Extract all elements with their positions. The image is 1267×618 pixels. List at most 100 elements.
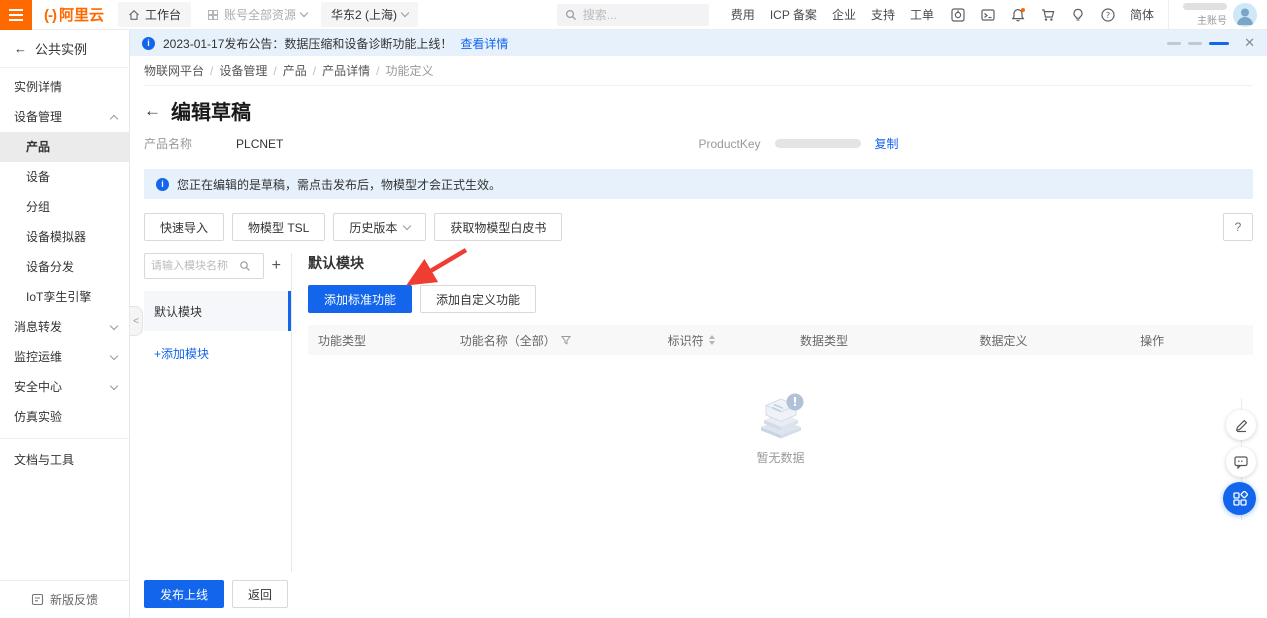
whitepaper-button[interactable]: 获取物模型白皮书 bbox=[434, 213, 562, 241]
console-apps-icon[interactable] bbox=[950, 7, 966, 23]
sidebar-divider bbox=[0, 438, 129, 439]
breadcrumb-item[interactable]: 设备管理 bbox=[219, 62, 267, 79]
sidebar-item-label: 设备分发 bbox=[26, 260, 74, 274]
account-menu[interactable]: 主账号 bbox=[1168, 0, 1267, 30]
module-search[interactable] bbox=[144, 253, 264, 279]
announcement-icon: i bbox=[142, 37, 155, 50]
product-name-value: PLCNET bbox=[236, 137, 283, 151]
help-icon[interactable]: ? bbox=[1100, 7, 1116, 23]
sort-icon[interactable] bbox=[709, 335, 715, 345]
billing-link[interactable]: 费用 bbox=[731, 6, 755, 23]
sidebar-item-distribution[interactable]: 设备分发 bbox=[0, 252, 129, 282]
sidebar-item-monitor[interactable]: 监控运维 bbox=[0, 342, 129, 372]
breadcrumb-item[interactable]: 物联网平台 bbox=[144, 62, 204, 79]
sidebar-item-label: 设备 bbox=[26, 170, 50, 184]
feature-table: 功能类型 功能名称（全部） 标识符 数据类型 数据定 bbox=[308, 325, 1253, 567]
filter-funnel-icon[interactable] bbox=[561, 335, 571, 345]
button-label: 添加自定义功能 bbox=[436, 291, 520, 308]
edit-feedback-fab[interactable] bbox=[1226, 410, 1256, 440]
sidebar-item-device-mgmt[interactable]: 设备管理 bbox=[0, 102, 129, 132]
lightbulb-icon[interactable] bbox=[1070, 7, 1086, 23]
workbench-button[interactable]: 工作台 bbox=[118, 2, 191, 27]
resource-grid-icon bbox=[207, 9, 219, 21]
add-standard-feature-button[interactable]: 添加标准功能 bbox=[308, 285, 412, 313]
sidebar-back-instances[interactable]: ← 公共实例 bbox=[0, 30, 129, 68]
return-button[interactable]: 返回 bbox=[232, 580, 288, 608]
quick-apps-fab[interactable] bbox=[1223, 482, 1256, 515]
region-selector[interactable]: 华东2 (上海) bbox=[321, 2, 418, 27]
notifications-bell-icon[interactable] bbox=[1010, 7, 1026, 23]
chevron-down-icon bbox=[110, 351, 118, 359]
add-module-plus-button[interactable]: + bbox=[272, 258, 281, 274]
help-button[interactable]: ? bbox=[1223, 213, 1253, 241]
sidebar-item-group[interactable]: 分组 bbox=[0, 192, 129, 222]
add-module-link[interactable]: +添加模块 bbox=[144, 345, 291, 362]
topbar-search-input[interactable] bbox=[583, 8, 693, 22]
notice-pager-dash[interactable] bbox=[1188, 42, 1202, 45]
sidebar-item-docs[interactable]: 文档与工具 bbox=[0, 445, 129, 475]
hamburger-menu-icon[interactable] bbox=[0, 0, 32, 30]
module-search-input[interactable] bbox=[151, 260, 235, 272]
workspace: + 默认模块 +添加模块 默认模块 bbox=[144, 253, 1253, 572]
breadcrumb-item[interactable]: 产品 bbox=[283, 62, 307, 79]
button-label: 获取物模型白皮书 bbox=[450, 219, 546, 236]
chevron-down-icon bbox=[401, 9, 409, 17]
search-icon bbox=[239, 260, 251, 272]
button-label: 物模型 TSL bbox=[248, 219, 309, 236]
sidebar-item-product[interactable]: 产品 bbox=[0, 132, 129, 162]
history-version-button[interactable]: 历史版本 bbox=[333, 213, 426, 241]
resource-scope-selector[interactable]: 账号全部资源 bbox=[207, 6, 307, 23]
back-arrow-icon: ← bbox=[14, 41, 27, 56]
sidebar-item-security[interactable]: 安全中心 bbox=[0, 372, 129, 402]
product-key-group: ProductKey 复制 bbox=[699, 135, 899, 152]
sidebar-item-instance-detail[interactable]: 实例详情 bbox=[0, 72, 129, 102]
sidebar-item-simulation[interactable]: 仿真实验 bbox=[0, 402, 129, 432]
quick-import-button[interactable]: 快速导入 bbox=[144, 213, 224, 241]
sidebar-item-message-forward[interactable]: 消息转发 bbox=[0, 312, 129, 342]
breadcrumb-item[interactable]: 产品详情 bbox=[322, 62, 370, 79]
notice-pager-dash[interactable] bbox=[1167, 42, 1181, 45]
sidebar-item-iot-twin[interactable]: IoT孪生引擎 bbox=[0, 282, 129, 312]
icp-link[interactable]: ICP 备案 bbox=[770, 6, 817, 23]
close-icon[interactable]: ✕ bbox=[1244, 35, 1255, 51]
page-back-arrow[interactable]: ← bbox=[144, 101, 161, 121]
support-link[interactable]: 支持 bbox=[871, 6, 895, 23]
help-question-icon: ? bbox=[1235, 220, 1242, 234]
tsl-button[interactable]: 物模型 TSL bbox=[232, 213, 325, 241]
enterprise-link[interactable]: 企业 bbox=[832, 6, 856, 23]
sidebar-back-label: 公共实例 bbox=[35, 39, 87, 58]
announcement-detail-link[interactable]: 查看详情 bbox=[460, 35, 508, 52]
sidebar-collapse-handle[interactable]: < bbox=[130, 306, 143, 336]
cloudshell-terminal-icon[interactable] bbox=[980, 7, 996, 23]
sidebar-item-simulator[interactable]: 设备模拟器 bbox=[0, 222, 129, 252]
feedback-button[interactable]: 新版反馈 bbox=[0, 580, 129, 618]
sidebar-item-label: 监控运维 bbox=[14, 350, 62, 364]
resource-scope-label: 账号全部资源 bbox=[224, 6, 296, 23]
add-custom-feature-button[interactable]: 添加自定义功能 bbox=[420, 285, 536, 313]
table-empty-body: ! 暂无数据 bbox=[308, 355, 1253, 567]
sidebar-item-label: 消息转发 bbox=[14, 320, 62, 334]
cart-icon[interactable] bbox=[1040, 7, 1056, 23]
feature-panel: 默认模块 添加标准功能 添加自定义功能 bbox=[292, 253, 1253, 572]
chat-support-fab[interactable] bbox=[1226, 447, 1256, 477]
module-panel: + 默认模块 +添加模块 bbox=[144, 253, 292, 572]
aliyun-logo[interactable]: (-) 阿里云 bbox=[44, 4, 104, 25]
sidebar-item-device[interactable]: 设备 bbox=[0, 162, 129, 192]
draft-alert-text: 您正在编辑的是草稿，需点击发布后，物模型才会正式生效。 bbox=[177, 176, 501, 193]
account-type-label: 主账号 bbox=[1197, 12, 1227, 27]
avatar[interactable] bbox=[1233, 3, 1257, 27]
product-key-label: ProductKey bbox=[699, 137, 761, 151]
language-selector[interactable]: 简体 bbox=[1130, 6, 1154, 23]
ticket-link[interactable]: 工单 bbox=[910, 6, 934, 23]
chevron-down-icon bbox=[403, 221, 411, 229]
workbench-label: 工作台 bbox=[145, 6, 181, 23]
notice-pager-dash-active[interactable] bbox=[1209, 42, 1229, 45]
app-window: (-) 阿里云 工作台 账号全部资源 华东2 (上海) 费用 ICP 备案 企业… bbox=[0, 0, 1267, 618]
sidebar-item-label: 文档与工具 bbox=[14, 453, 74, 467]
copy-product-key-link[interactable]: 复制 bbox=[875, 135, 899, 152]
module-item-default[interactable]: 默认模块 bbox=[144, 291, 291, 331]
topbar: (-) 阿里云 工作台 账号全部资源 华东2 (上海) 费用 ICP 备案 企业… bbox=[0, 0, 1267, 30]
publish-button[interactable]: 发布上线 bbox=[144, 580, 224, 608]
title-row: ← 编辑草稿 bbox=[144, 96, 1253, 125]
topbar-search[interactable] bbox=[557, 4, 709, 26]
